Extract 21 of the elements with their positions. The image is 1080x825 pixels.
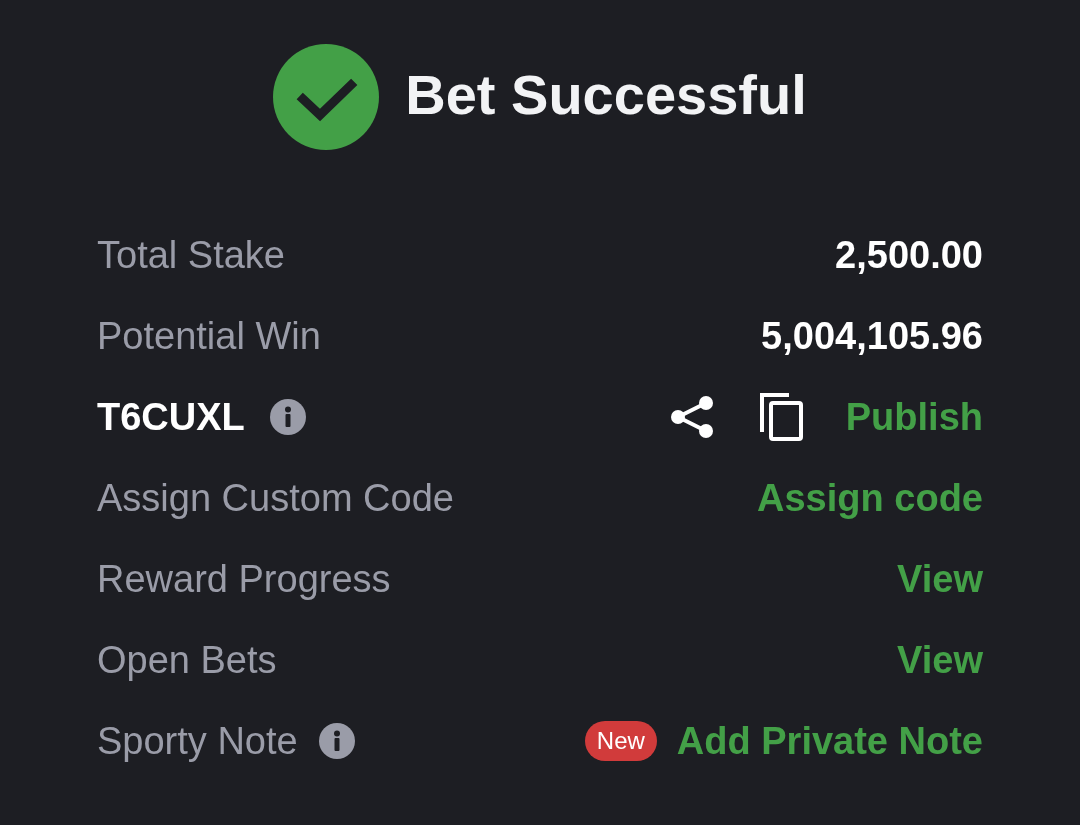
check-circle-icon bbox=[273, 44, 380, 150]
row-value: 5,004,105.96 bbox=[761, 316, 983, 355]
action-link[interactable]: View bbox=[897, 559, 983, 598]
row-label: Assign Custom Code bbox=[97, 478, 454, 517]
action-link[interactable]: View bbox=[897, 640, 983, 679]
copy-icon[interactable] bbox=[758, 392, 804, 441]
info-icon[interactable] bbox=[269, 398, 306, 435]
booking-code: T6CUXL bbox=[97, 397, 245, 436]
share-icon[interactable] bbox=[669, 394, 714, 439]
new-badge: New bbox=[584, 720, 657, 761]
row-label: Open Bets bbox=[97, 640, 277, 679]
info-icon[interactable] bbox=[318, 722, 355, 759]
action-link[interactable]: Add Private Note bbox=[676, 721, 983, 760]
action-link[interactable]: Publish bbox=[845, 397, 983, 436]
row-label: Potential Win bbox=[97, 316, 321, 355]
row-label: Total Stake bbox=[97, 235, 285, 274]
row-label: Sporty Note bbox=[97, 721, 298, 760]
row-value: 2,500.00 bbox=[835, 235, 983, 274]
action-link[interactable]: Assign code bbox=[757, 478, 983, 517]
row-label: Reward Progress bbox=[97, 559, 391, 598]
title: Bet Successful bbox=[405, 67, 807, 127]
